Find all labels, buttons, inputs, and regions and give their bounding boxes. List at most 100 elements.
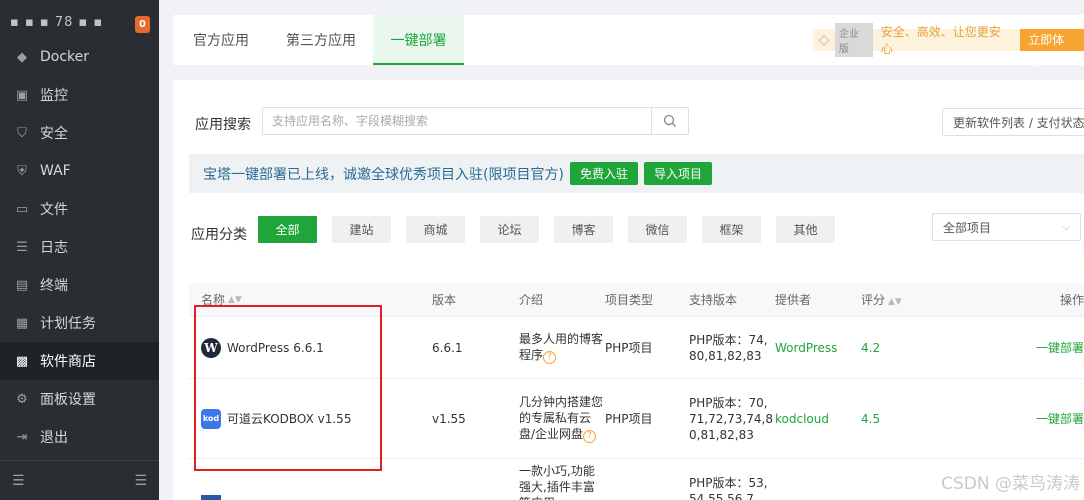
free-join-button[interactable]: 免费入驻: [569, 162, 638, 185]
sidebar-item-label: 文件: [40, 202, 68, 218]
category-1[interactable]: 建站: [332, 216, 391, 243]
app-logo-icon: [201, 495, 221, 500]
sidebar-item-monitor[interactable]: ▣ 监控: [0, 76, 159, 114]
category-filter: 全部 建站 商城 论坛 博客 微信 框架 其他: [258, 216, 850, 243]
chevron-down-icon: ⌵: [1062, 221, 1070, 233]
search-input[interactable]: [263, 108, 651, 134]
category-6[interactable]: 框架: [702, 216, 761, 243]
help-icon[interactable]: ?: [583, 430, 597, 443]
sidebar-item-label: 终端: [40, 278, 68, 294]
enterprise-slogan: 安全、高效、让您更安心: [880, 25, 1001, 56]
sidebar-item-log[interactable]: ☰ 日志: [0, 228, 159, 266]
category-label: 应用分类: [191, 227, 247, 243]
collapse-menu-icon[interactable]: ☰: [12, 473, 25, 489]
app-intro: 几分钟内搭建您的专属私有云盘/企业网盘?: [519, 395, 604, 443]
sidebar: ▪ ▪ ▪ 78 ▪ ▪ 0 ◆ Docker ▣ 监控 ⛉ 安全 ⛨ WAF ▭ 文件 ☰ 日志 ▤ 终…: [0, 0, 159, 500]
sidebar-item-terminal[interactable]: ▤ 终端: [0, 266, 159, 304]
app-intro: 一款小巧,功能强大,插件丰富等应用: [519, 464, 595, 500]
waf-icon: ⛨: [17, 163, 27, 179]
sidebar-item-waf[interactable]: ⛨ WAF: [0, 152, 159, 190]
col-version: 版本: [432, 293, 457, 307]
sidebar-footer: ☰ ☰: [0, 460, 159, 500]
store-icon: ▩: [15, 353, 29, 369]
sidebar-item-label: 安全: [40, 126, 68, 142]
app-type: PHP项目: [605, 341, 653, 355]
app-type: PHP项目: [605, 412, 653, 426]
col-score[interactable]: 评分 ▲▼: [861, 291, 1016, 308]
app-support: PHP版本：70,71,72,73,74,80,81,82,83: [689, 395, 773, 442]
app-support: PHP版本：74,80,81,82,83: [689, 332, 768, 363]
calendar-icon: ▦: [15, 315, 29, 331]
menu-list-icon[interactable]: ☰: [134, 473, 147, 489]
notification-badge[interactable]: 0: [135, 16, 150, 33]
watermark: CSDN @菜鸟涛涛: [941, 474, 1080, 494]
search-icon[interactable]: [651, 108, 688, 134]
col-provider: 提供者: [775, 293, 812, 307]
highlight-box: [194, 305, 382, 471]
category-3[interactable]: 论坛: [480, 216, 539, 243]
tab-one-click-deploy[interactable]: 一键部署: [373, 15, 464, 65]
search-box: [262, 107, 689, 135]
sidebar-item-label: 软件商店: [40, 354, 96, 370]
sidebar-item-shield[interactable]: ⛉ 安全: [0, 114, 159, 152]
sidebar-item-logout[interactable]: ⇥ 退出: [0, 418, 159, 456]
shield-icon: ⛉: [17, 125, 27, 141]
col-action: 操作: [1059, 293, 1084, 307]
col-support: 支持版本: [689, 293, 738, 307]
category-7[interactable]: 其他: [776, 216, 835, 243]
col-intro: 介绍: [519, 293, 544, 307]
help-icon[interactable]: ?: [543, 351, 557, 364]
sidebar-item-label: 面板设置: [40, 392, 96, 408]
app-tabs-bar: 官方应用 第三方应用 一键部署 ◇ 企业版 安全、高效、让您更安心 立即体验: [173, 15, 1084, 69]
sidebar-item-label: 日志: [40, 240, 68, 256]
category-4[interactable]: 博客: [554, 216, 613, 243]
app-version: 6.6.1: [432, 340, 463, 355]
sidebar-item-label: 计划任务: [40, 316, 96, 332]
deploy-button[interactable]: 一键部署: [1016, 339, 1084, 356]
project-filter-select[interactable]: 全部项目 ⌵: [932, 213, 1081, 241]
try-now-button[interactable]: 立即体验: [1020, 29, 1084, 69]
server-host: ▪ ▪ ▪ 78 ▪ ▪: [10, 15, 104, 30]
category-0[interactable]: 全部: [258, 216, 317, 243]
app-provider-link[interactable]: kodcloud: [775, 412, 861, 426]
project-filter-value: 全部项目: [943, 220, 992, 235]
category-2[interactable]: 商城: [406, 216, 465, 243]
app-score: 4.2: [861, 340, 881, 355]
enterprise-tag: 企业版: [834, 23, 873, 57]
tab-third-party-apps[interactable]: 第三方应用: [286, 15, 356, 65]
enterprise-promo: ◇ 企业版 安全、高效、让您更安心 立即体验: [813, 23, 1084, 69]
tab-official-apps[interactable]: 官方应用: [193, 15, 249, 65]
sidebar-item-label: 退出: [40, 430, 68, 446]
terminal-icon: ▤: [15, 277, 29, 293]
log-icon: ☰: [16, 239, 28, 255]
search-label: 应用搜索: [195, 117, 251, 133]
notice-text: 宝塔一键部署已上线，诚邀全球优秀项目入驻(限项目官方): [203, 166, 564, 183]
category-5[interactable]: 微信: [628, 216, 687, 243]
sidebar-item-store[interactable]: ▩ 软件商店: [0, 342, 159, 380]
diamond-icon: ◇: [818, 32, 830, 48]
folder-icon: ▭: [15, 201, 29, 217]
col-type: 项目类型: [605, 293, 654, 307]
sidebar-item-gear[interactable]: ⚙ 面板设置: [0, 380, 159, 418]
monitor-icon: ▣: [15, 87, 29, 103]
sidebar-item-calendar[interactable]: ▦ 计划任务: [0, 304, 159, 342]
sidebar-item-label: WAF: [40, 163, 71, 179]
app-provider-link[interactable]: WordPress: [775, 341, 861, 355]
import-project-button[interactable]: 导入项目: [643, 162, 712, 185]
app-score: 4.5: [861, 411, 881, 426]
app-version: v1.55: [432, 411, 466, 426]
sidebar-header: ▪ ▪ ▪ 78 ▪ ▪ 0: [0, 0, 159, 45]
deploy-notice: 宝塔一键部署已上线，诚邀全球优秀项目入驻(限项目官方) 免费入驻 导入项目: [189, 154, 1084, 193]
sort-icon[interactable]: ▲▼: [228, 295, 242, 305]
sidebar-item-label: 监控: [40, 88, 68, 104]
sort-icon[interactable]: ▲▼: [888, 297, 902, 307]
deploy-button[interactable]: 一键部署: [1016, 410, 1084, 427]
sidebar-item-label: Docker: [40, 49, 90, 65]
app-support: PHP版本：53,54,55,56,7: [689, 476, 768, 500]
logout-icon: ⇥: [16, 429, 28, 445]
docker-icon: ◆: [17, 49, 27, 65]
gear-icon: ⚙: [16, 391, 28, 407]
update-software-list-button[interactable]: 更新软件列表 / 支付状态: [942, 108, 1084, 136]
app-intro: 最多人用的博客程序?: [519, 332, 604, 364]
sidebar-item-folder[interactable]: ▭ 文件: [0, 190, 159, 228]
